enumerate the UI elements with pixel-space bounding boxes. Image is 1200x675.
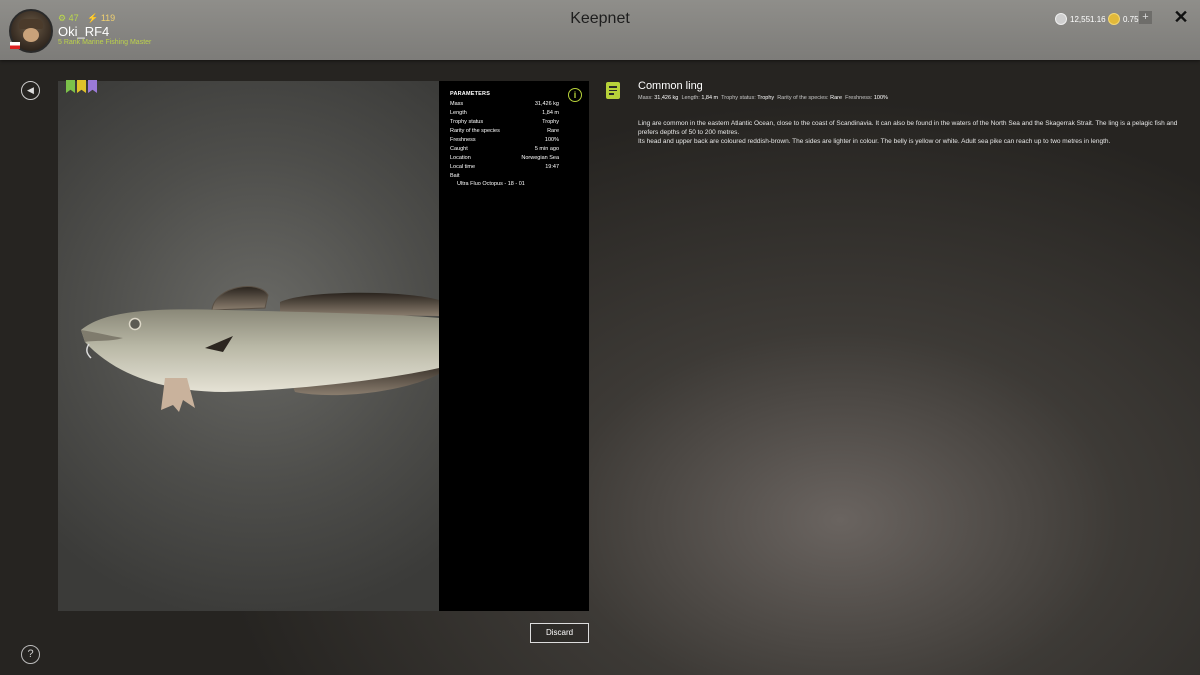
parameters-heading: PARAMETERS xyxy=(450,91,491,97)
fish-name: Common ling xyxy=(638,80,703,92)
description-paragraph: Its head and upper back are coloured red… xyxy=(638,138,1111,145)
param-row-location: Location Norwegian Sea xyxy=(450,155,559,161)
param-row-mass: Mass 31,426 kg xyxy=(450,101,559,107)
note-icon xyxy=(606,82,620,99)
yellow-ribbon-icon xyxy=(77,80,86,93)
gold-value: 0.75 xyxy=(1123,14,1139,24)
param-label: Mass xyxy=(450,101,464,107)
parameters-panel: PARAMETERS Mass 31,426 kg Length 1,84 m … xyxy=(439,81,589,611)
summary-value: 100% xyxy=(873,95,888,101)
param-row-local-time: Local time 19:47 xyxy=(450,164,559,170)
param-label: Location xyxy=(450,155,471,161)
summary-label: Freshness: xyxy=(845,95,873,101)
param-value: Trophy xyxy=(542,119,559,125)
param-value: 100% xyxy=(544,137,559,143)
summary-value: 1,84 m xyxy=(701,95,719,101)
summary-label: Trophy status: xyxy=(721,95,756,101)
param-row-caught: Caught 5 min ago xyxy=(450,146,559,152)
player-rank: 5 Rank Marine Fishing Master xyxy=(58,39,152,46)
fish-summary: Mass: 31,426 kg Length: 1,84 m Trophy st… xyxy=(638,95,888,101)
trophy-ribbons xyxy=(66,80,97,93)
close-button[interactable]: ✕ xyxy=(1172,8,1190,26)
purple-ribbon-icon xyxy=(88,80,97,93)
green-ribbon-icon xyxy=(66,80,75,93)
discard-button[interactable]: Discard xyxy=(530,623,589,643)
summary-label: Rarity of the species: xyxy=(777,95,829,101)
summary-label: Length: xyxy=(681,95,700,101)
param-row-freshness: Freshness 100% xyxy=(450,137,559,143)
summary-value: Rare xyxy=(830,95,843,101)
param-value: 1,84 m xyxy=(542,110,559,116)
description-paragraph: Ling are common in the eastern Atlantic … xyxy=(638,120,1178,136)
param-label: Local time xyxy=(450,164,476,170)
add-currency-button[interactable]: + xyxy=(1139,11,1152,24)
param-value: Rare xyxy=(547,128,559,134)
flag-icon xyxy=(10,42,20,49)
fish-description: Ling are common in the eastern Atlantic … xyxy=(638,119,1178,146)
param-label: Rarity of the species xyxy=(450,128,500,134)
param-value: 19:47 xyxy=(545,164,559,170)
silver-coin-icon xyxy=(1055,13,1067,25)
page-title: Keepnet xyxy=(570,10,630,27)
param-row-rarity: Rarity of the species Rare xyxy=(450,128,559,134)
gold-coin-icon xyxy=(1108,13,1120,25)
summary-label: Mass: xyxy=(638,95,653,101)
param-value: Norwegian Sea xyxy=(521,155,559,161)
param-row-length: Length 1,84 m xyxy=(450,110,559,116)
avatar-face xyxy=(23,28,39,42)
info-icon[interactable]: i xyxy=(568,88,582,102)
param-value: 5 min ago xyxy=(534,146,559,152)
silver-currency: 12,551.16 xyxy=(1055,12,1106,26)
param-label: Freshness xyxy=(450,137,476,143)
gold-currency: 0.75 xyxy=(1108,12,1139,26)
summary-value: Trophy xyxy=(757,95,775,101)
param-label: Length xyxy=(450,110,467,116)
top-bar: ⚙ 47 ⚡ 119 Oki_RF4 5 Rank Marine Fishing… xyxy=(0,0,1200,60)
silver-value: 12,551.16 xyxy=(1070,14,1106,24)
bait-value: Ultra Fluo Octopus - 18 - 01 xyxy=(457,181,525,187)
param-label: Caught xyxy=(450,146,468,152)
help-icon[interactable]: ? xyxy=(21,645,40,664)
param-row-trophy: Trophy status Trophy xyxy=(450,119,559,125)
param-label: Trophy status xyxy=(450,119,484,125)
back-arrow-icon[interactable]: ◀ xyxy=(21,81,40,100)
bait-label: Bait xyxy=(450,173,460,179)
param-value: 31,426 kg xyxy=(534,101,559,107)
summary-value: 31,426 kg xyxy=(654,95,679,101)
